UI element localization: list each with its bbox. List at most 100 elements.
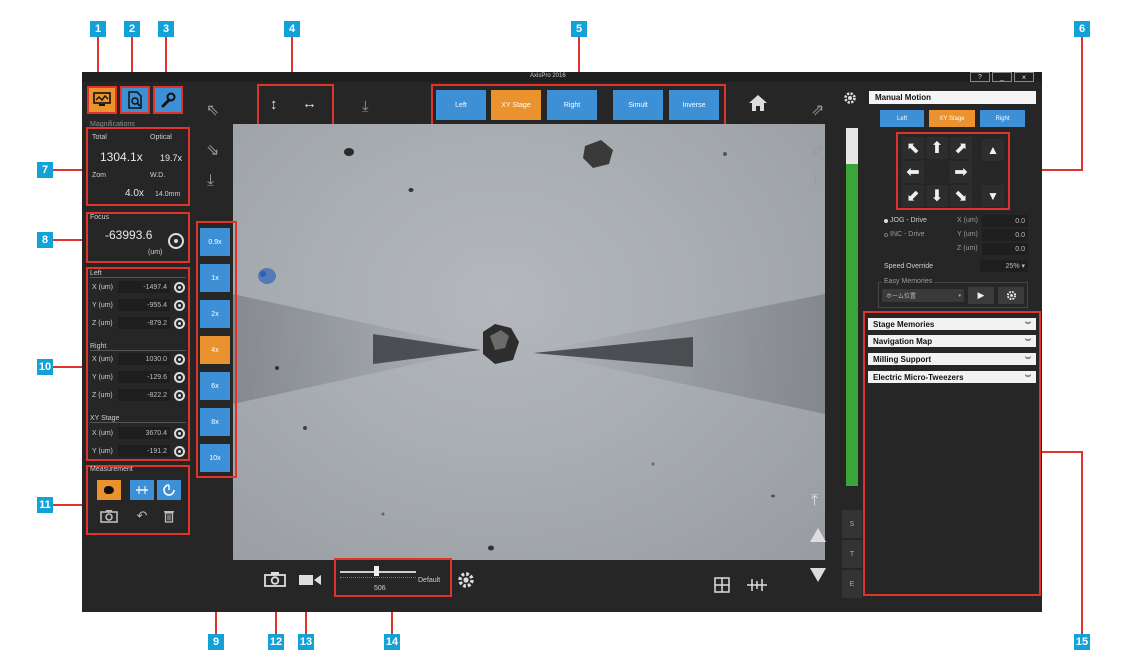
mag-button-6x[interactable]: 6x (200, 372, 230, 400)
callout-13: 13 (298, 634, 314, 650)
help-button[interactable]: ? (970, 72, 990, 82)
camera-view[interactable] (233, 124, 825, 560)
mm-tab-xy-stage[interactable]: XY Stage (929, 110, 975, 127)
side-tab-s[interactable]: S (842, 510, 862, 538)
rotate-icon (163, 484, 175, 496)
target-xy-stage-button[interactable]: XY Stage (491, 90, 541, 120)
xy-y-go-button[interactable] (174, 446, 185, 457)
arrow-up-icon[interactable]: ⬆ (926, 137, 948, 159)
blob-icon (104, 486, 114, 494)
collapse-down-left-icon[interactable]: ⇙ (811, 140, 824, 160)
camera-icon (100, 510, 118, 523)
distance-icon (136, 486, 148, 494)
inspect-mode-button[interactable] (120, 86, 150, 114)
arrow-down-icon[interactable]: ⬇ (926, 185, 948, 207)
chevron-down-icon: ︾ (1024, 357, 1031, 364)
right-y-go-button[interactable] (174, 372, 185, 383)
mm-tab-right[interactable]: Right (980, 110, 1025, 127)
mm-x-label: X (um) (957, 217, 978, 224)
trash-icon[interactable] (158, 506, 180, 526)
mm-x-value[interactable]: 0.0 (982, 215, 1028, 227)
focus-target-button[interactable] (168, 233, 184, 249)
electric-micro-tweezers-label: Electric Micro-Tweezers (873, 372, 964, 382)
upload-top-icon[interactable]: ⤒ (811, 492, 818, 510)
speed-override-select[interactable]: 25% ▾ (980, 260, 1028, 272)
focus-value: -63993.6 (105, 228, 153, 242)
callout-8: 8 (37, 232, 53, 248)
arrow-up-right-icon[interactable]: ⬈ (950, 137, 972, 159)
arrow-down-right-icon[interactable]: ⬊ (950, 185, 972, 207)
navigation-map-label: Navigation Map (873, 336, 933, 346)
measure-angle-button[interactable] (157, 480, 181, 500)
right-y-label: Y (um) (92, 374, 113, 381)
target-right-button[interactable]: Right (547, 90, 597, 120)
vertical-axis-icon[interactable]: ↕ (270, 96, 278, 113)
mm-z-value[interactable]: 0.0 (982, 243, 1028, 255)
mag-button-8x[interactable]: 8x (200, 408, 230, 436)
minimize-button[interactable]: _ (992, 72, 1012, 82)
collapse-down-right-icon[interactable]: ⇘ (206, 140, 219, 160)
arrow-down-left-icon[interactable]: ⬋ (902, 185, 924, 207)
home-icon[interactable] (748, 94, 768, 117)
left-y-go-button[interactable] (174, 300, 185, 311)
arrow-up-left-icon[interactable]: ⬉ (902, 137, 924, 159)
expand-up-right-icon[interactable]: ⇗ (811, 100, 824, 120)
easy-memory-settings-button[interactable] (998, 287, 1024, 304)
arrow-right-icon[interactable]: ➡ (950, 161, 972, 183)
illumination-slider-handle[interactable] (374, 566, 379, 576)
arrow-left-icon[interactable]: ⬅ (902, 161, 924, 183)
milling-support-section[interactable]: Milling Support ︾ (868, 353, 1036, 365)
gear-icon[interactable] (843, 91, 857, 110)
focus-up-icon[interactable] (810, 528, 826, 542)
easy-memory-select[interactable]: ホーム位置 ▾ (882, 289, 964, 302)
download-right-icon[interactable]: ⤓ (812, 172, 819, 190)
video-record-icon[interactable] (298, 573, 322, 591)
electric-micro-tweezers-section[interactable]: Electric Micro-Tweezers ︾ (868, 371, 1036, 383)
play-button[interactable]: ▶ (968, 287, 994, 304)
snapshot-camera-icon[interactable] (264, 571, 286, 592)
mm-y-value[interactable]: 0.0 (982, 229, 1028, 241)
settings-mode-button[interactable] (153, 86, 183, 114)
undo-icon[interactable]: ↶ (131, 506, 153, 526)
expand-up-left-icon[interactable]: ⇖ (206, 100, 219, 120)
focus-down-icon[interactable] (810, 568, 826, 582)
side-tab-t[interactable]: T (842, 540, 862, 568)
target-inverse-button[interactable]: Inverse (669, 90, 719, 120)
z-down-icon[interactable]: ▼ (982, 185, 1004, 207)
close-button[interactable]: × (1014, 72, 1034, 82)
mag-button-2x[interactable]: 2x (200, 300, 230, 328)
scale-bar-icon[interactable] (746, 578, 768, 597)
save-download-icon[interactable]: ⤓ (362, 98, 369, 115)
left-x-go-button[interactable] (174, 282, 185, 293)
right-x-go-button[interactable] (174, 354, 185, 365)
measure-distance-button[interactable] (130, 480, 154, 500)
callout-11: 11 (37, 497, 53, 513)
target-left-button[interactable]: Left (436, 90, 486, 120)
side-tab-e[interactable]: E (842, 570, 862, 598)
z-up-icon[interactable]: ▲ (982, 139, 1004, 161)
stage-memories-section[interactable]: Stage Memories ︾ (868, 318, 1036, 330)
target-simult-button[interactable]: Simult (613, 90, 663, 120)
speed-override-label: Speed Override (884, 263, 934, 270)
download-icon[interactable]: ⤓ (207, 172, 214, 190)
left-z-go-button[interactable] (174, 318, 185, 329)
mag-button-4x[interactable]: 4x (200, 336, 230, 364)
navigation-map-section[interactable]: Navigation Map ︾ (868, 335, 1036, 347)
right-z-label: Z (um) (92, 392, 113, 399)
mag-button-10x[interactable]: 10x (200, 444, 230, 472)
horizontal-axis-icon[interactable]: ↔ (302, 95, 317, 112)
jog-radio[interactable] (884, 219, 888, 223)
mm-tab-left[interactable]: Left (880, 110, 924, 127)
illumination-settings-gear-icon[interactable] (457, 571, 475, 594)
grid-icon[interactable] (714, 577, 730, 598)
measure-area-button[interactable] (97, 480, 121, 500)
inc-radio[interactable] (884, 233, 888, 237)
total-magnification-value: 1304.1x (100, 150, 143, 164)
right-z-go-button[interactable] (174, 390, 185, 401)
measure-snapshot-button[interactable] (97, 506, 121, 526)
default-button[interactable]: Default (418, 577, 440, 584)
xy-x-go-button[interactable] (174, 428, 185, 439)
monitor-mode-button[interactable] (87, 86, 117, 114)
mag-button-1x[interactable]: 1x (200, 264, 230, 292)
mag-button-0.9x[interactable]: 0.9x (200, 228, 230, 256)
